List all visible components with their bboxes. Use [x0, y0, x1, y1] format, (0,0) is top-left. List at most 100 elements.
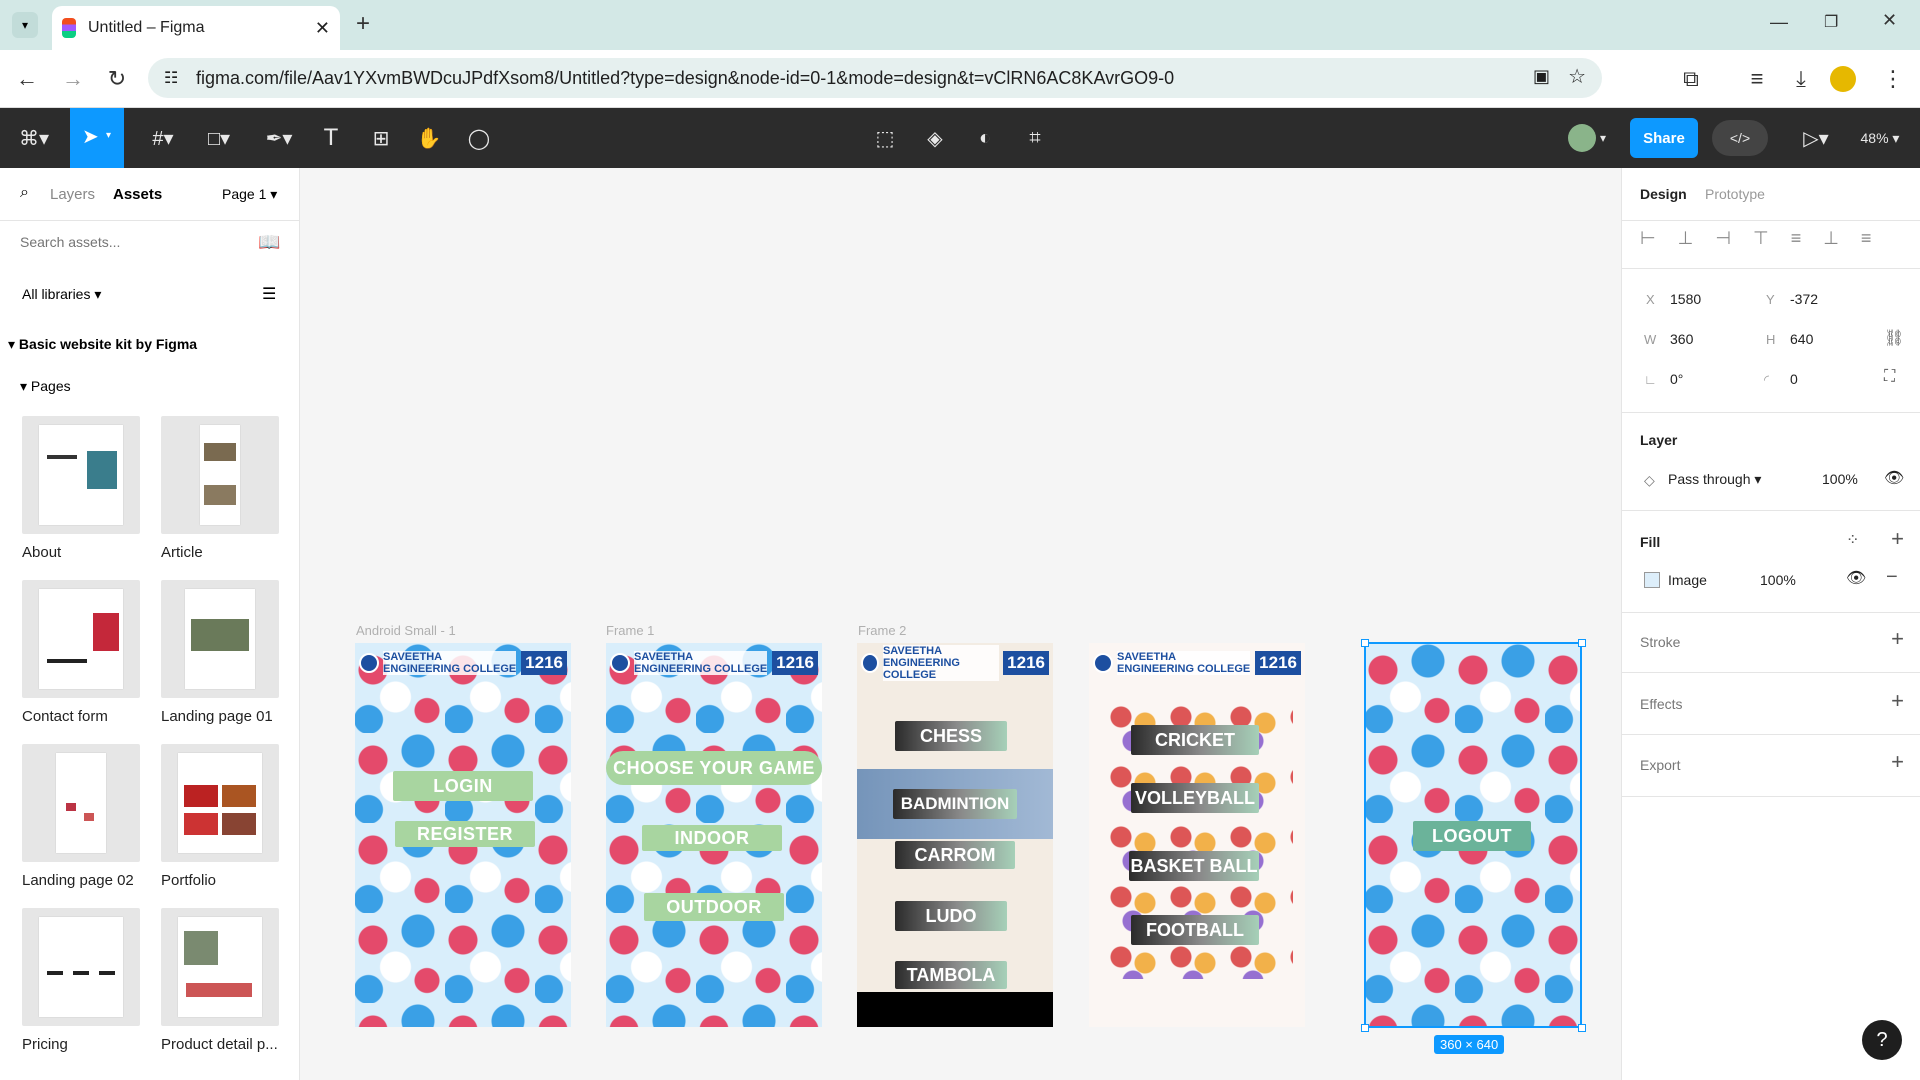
tab-prototype[interactable]: Prototype	[1705, 186, 1765, 202]
alignment-icons[interactable]: ⊢⊥⊣⊤≡⊥≡	[1640, 228, 1893, 249]
frame-title[interactable]: Frame 2	[858, 623, 906, 638]
w-field[interactable]: 360	[1670, 331, 1693, 347]
asset-thumb-portfolio[interactable]	[161, 744, 279, 862]
add-fill-icon[interactable]: +	[1891, 526, 1904, 552]
share-button[interactable]: Share	[1630, 118, 1698, 158]
add-stroke-icon[interactable]: +	[1891, 626, 1904, 652]
main-menu-icon[interactable]: ⌘▾	[14, 120, 54, 156]
reload-icon[interactable]: ↻	[102, 64, 132, 94]
asset-thumb-article[interactable]	[161, 416, 279, 534]
login-button[interactable]: LOGIN	[393, 771, 533, 801]
tab-close-icon[interactable]: ✕	[315, 18, 330, 39]
bookmark-star-icon[interactable]: ☆	[1568, 64, 1586, 89]
y-field[interactable]: -372	[1790, 291, 1818, 307]
add-export-icon[interactable]: +	[1891, 749, 1904, 775]
frame-android-small-1[interactable]: SAVEETHA ENGINEERING COLLEGE 1216 LOGIN R…	[355, 643, 571, 1027]
rotation-field[interactable]: 0°	[1670, 371, 1683, 387]
tambola-button[interactable]: TAMBOLA	[895, 961, 1007, 989]
badmintion-button[interactable]: BADMINTION	[893, 789, 1017, 819]
comment-tool-icon[interactable]: ◯	[464, 120, 494, 156]
radius-field[interactable]: 0	[1790, 371, 1798, 387]
chess-button[interactable]: CHESS	[895, 721, 1007, 751]
fill-type[interactable]: Image	[1668, 572, 1707, 588]
move-tool-button[interactable]: ➤ ▾	[70, 108, 124, 168]
independent-corners-icon[interactable]: ⛶	[1884, 368, 1895, 386]
zoom-menu[interactable]: 48% ▾	[1850, 120, 1910, 156]
remove-fill-icon[interactable]: −	[1886, 566, 1898, 589]
fill-eye-icon[interactable]: 👁	[1846, 568, 1866, 588]
asset-thumb-product-detail[interactable]	[161, 908, 279, 1026]
pages-section[interactable]: ▾ Pages	[20, 378, 71, 395]
no-tracking-icon[interactable]: ▣	[1533, 66, 1550, 87]
hand-tool-icon[interactable]: ✋	[414, 120, 444, 156]
forward-icon[interactable]: →	[58, 64, 88, 94]
browser-tab[interactable]: Untitled – Figma ✕	[52, 6, 340, 50]
frame-tool-icon[interactable]: #▾	[140, 120, 186, 156]
libraries-dropdown[interactable]: All libraries ▾	[22, 286, 101, 303]
resize-handle[interactable]	[1578, 1024, 1586, 1032]
ludo-button[interactable]: LUDO	[895, 901, 1007, 931]
eye-icon[interactable]: 👁	[1884, 468, 1904, 488]
minimize-icon[interactable]: —	[1770, 12, 1788, 33]
carrom-button[interactable]: CARROM	[895, 841, 1015, 869]
asset-thumb-contact-form[interactable]	[22, 580, 140, 698]
search-assets-input[interactable]	[20, 234, 240, 250]
mask-icon[interactable]: ◐	[970, 120, 1000, 156]
add-effect-icon[interactable]: +	[1891, 688, 1904, 714]
asset-thumb-pricing[interactable]	[22, 908, 140, 1026]
frame-1[interactable]: SAVEETHA ENGINEERING COLLEGE 1216 CHOOSE …	[606, 643, 822, 1027]
frame-title[interactable]: Frame 1	[606, 623, 654, 638]
design-canvas[interactable]: Android Small - 1 SAVEETHA ENGINEERING CO…	[301, 168, 1621, 1080]
auto-layout-icon[interactable]: ⬚	[870, 120, 900, 156]
download-icon[interactable]: ⤓	[1786, 64, 1816, 94]
tab-assets[interactable]: Assets	[113, 186, 162, 203]
outdoor-button[interactable]: OUTDOOR	[644, 893, 784, 921]
kit-header[interactable]: ▾ Basic website kit by Figma	[8, 336, 197, 353]
media-icon[interactable]: ≡	[1742, 64, 1772, 94]
frame-outdoor[interactable]: SAVEETHA ENGINEERING COLLEGE 1216 CRICKET…	[1089, 643, 1305, 1027]
new-tab-icon[interactable]: +	[356, 10, 370, 38]
pen-tool-icon[interactable]: ✒▾	[256, 120, 302, 156]
component-icon[interactable]: ◈	[920, 120, 950, 156]
blend-mode-dropdown[interactable]: Pass through ▾	[1668, 471, 1761, 488]
asset-thumb-about[interactable]	[22, 416, 140, 534]
shape-tool-icon[interactable]: □▾	[196, 120, 242, 156]
image-fill-swatch[interactable]	[1644, 572, 1660, 588]
extensions-icon[interactable]: ⧉	[1676, 64, 1706, 94]
help-button[interactable]: ?	[1862, 1020, 1902, 1060]
url-field[interactable]: ☷ figma.com/file/Aav1YXvmBWDcuJPdfXsom8/…	[148, 58, 1602, 98]
x-field[interactable]: 1580	[1670, 291, 1701, 307]
register-button[interactable]: REGISTER	[395, 821, 535, 847]
constrain-proportions-icon[interactable]: ⛓	[1884, 328, 1904, 348]
close-window-icon[interactable]: ✕	[1882, 10, 1897, 31]
cricket-button[interactable]: CRICKET	[1131, 725, 1259, 755]
styles-grid-icon[interactable]: ⁘	[1846, 530, 1859, 550]
resize-handle[interactable]	[1361, 1024, 1369, 1032]
asset-thumb-landing-02[interactable]	[22, 744, 140, 862]
resize-handle[interactable]	[1578, 639, 1586, 647]
site-info-icon[interactable]: ☷	[164, 68, 178, 88]
tab-design[interactable]: Design	[1640, 186, 1687, 202]
tab-layers[interactable]: Layers	[50, 186, 95, 203]
volleyball-button[interactable]: VOLLEYBALL	[1131, 783, 1259, 813]
collaborator-avatar[interactable]: ▾	[1562, 120, 1612, 156]
profile-avatar[interactable]	[1830, 66, 1856, 92]
page-selector[interactable]: Page 1 ▾	[222, 186, 277, 203]
library-book-icon[interactable]: 📖	[258, 232, 280, 253]
h-field[interactable]: 640	[1790, 331, 1813, 347]
restore-icon[interactable]: ❐	[1824, 12, 1838, 32]
indoor-button[interactable]: INDOOR	[642, 825, 782, 851]
text-tool-icon[interactable]: T	[316, 120, 346, 156]
dev-mode-toggle[interactable]: </>	[1712, 120, 1768, 156]
crop-icon[interactable]: ⌗	[1020, 120, 1050, 156]
layer-opacity[interactable]: 100%	[1822, 471, 1858, 487]
resources-icon[interactable]: ⊞	[366, 120, 396, 156]
basketball-button[interactable]: BASKET BALL	[1129, 851, 1259, 881]
tab-search-icon[interactable]: ▾	[12, 12, 38, 38]
list-view-icon[interactable]: ☰	[262, 284, 276, 304]
present-icon[interactable]: ▷▾	[1796, 120, 1836, 156]
back-icon[interactable]: ←	[12, 64, 42, 94]
resize-handle[interactable]	[1361, 639, 1369, 647]
football-button[interactable]: FOOTBALL	[1131, 915, 1259, 945]
fill-opacity[interactable]: 100%	[1760, 572, 1796, 588]
